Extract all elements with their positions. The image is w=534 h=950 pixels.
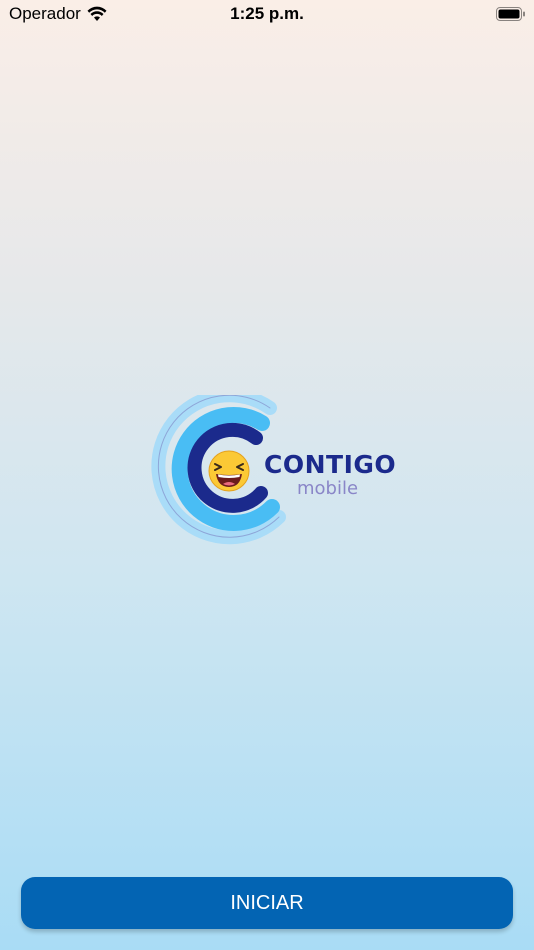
brand-name: CONTIGO	[264, 450, 397, 479]
status-time: 1:25 p.m.	[230, 4, 304, 23]
logo-text: CONTIGO mobile	[264, 450, 397, 498]
start-button-label: INICIAR	[230, 891, 304, 914]
laughing-emoji-icon	[208, 450, 250, 492]
start-button[interactable]: INICIAR	[21, 877, 513, 929]
battery-icon	[496, 7, 525, 21]
status-bar: Operador 1:25 p.m.	[0, 0, 534, 28]
brand-subtitle: mobile	[297, 478, 359, 499]
